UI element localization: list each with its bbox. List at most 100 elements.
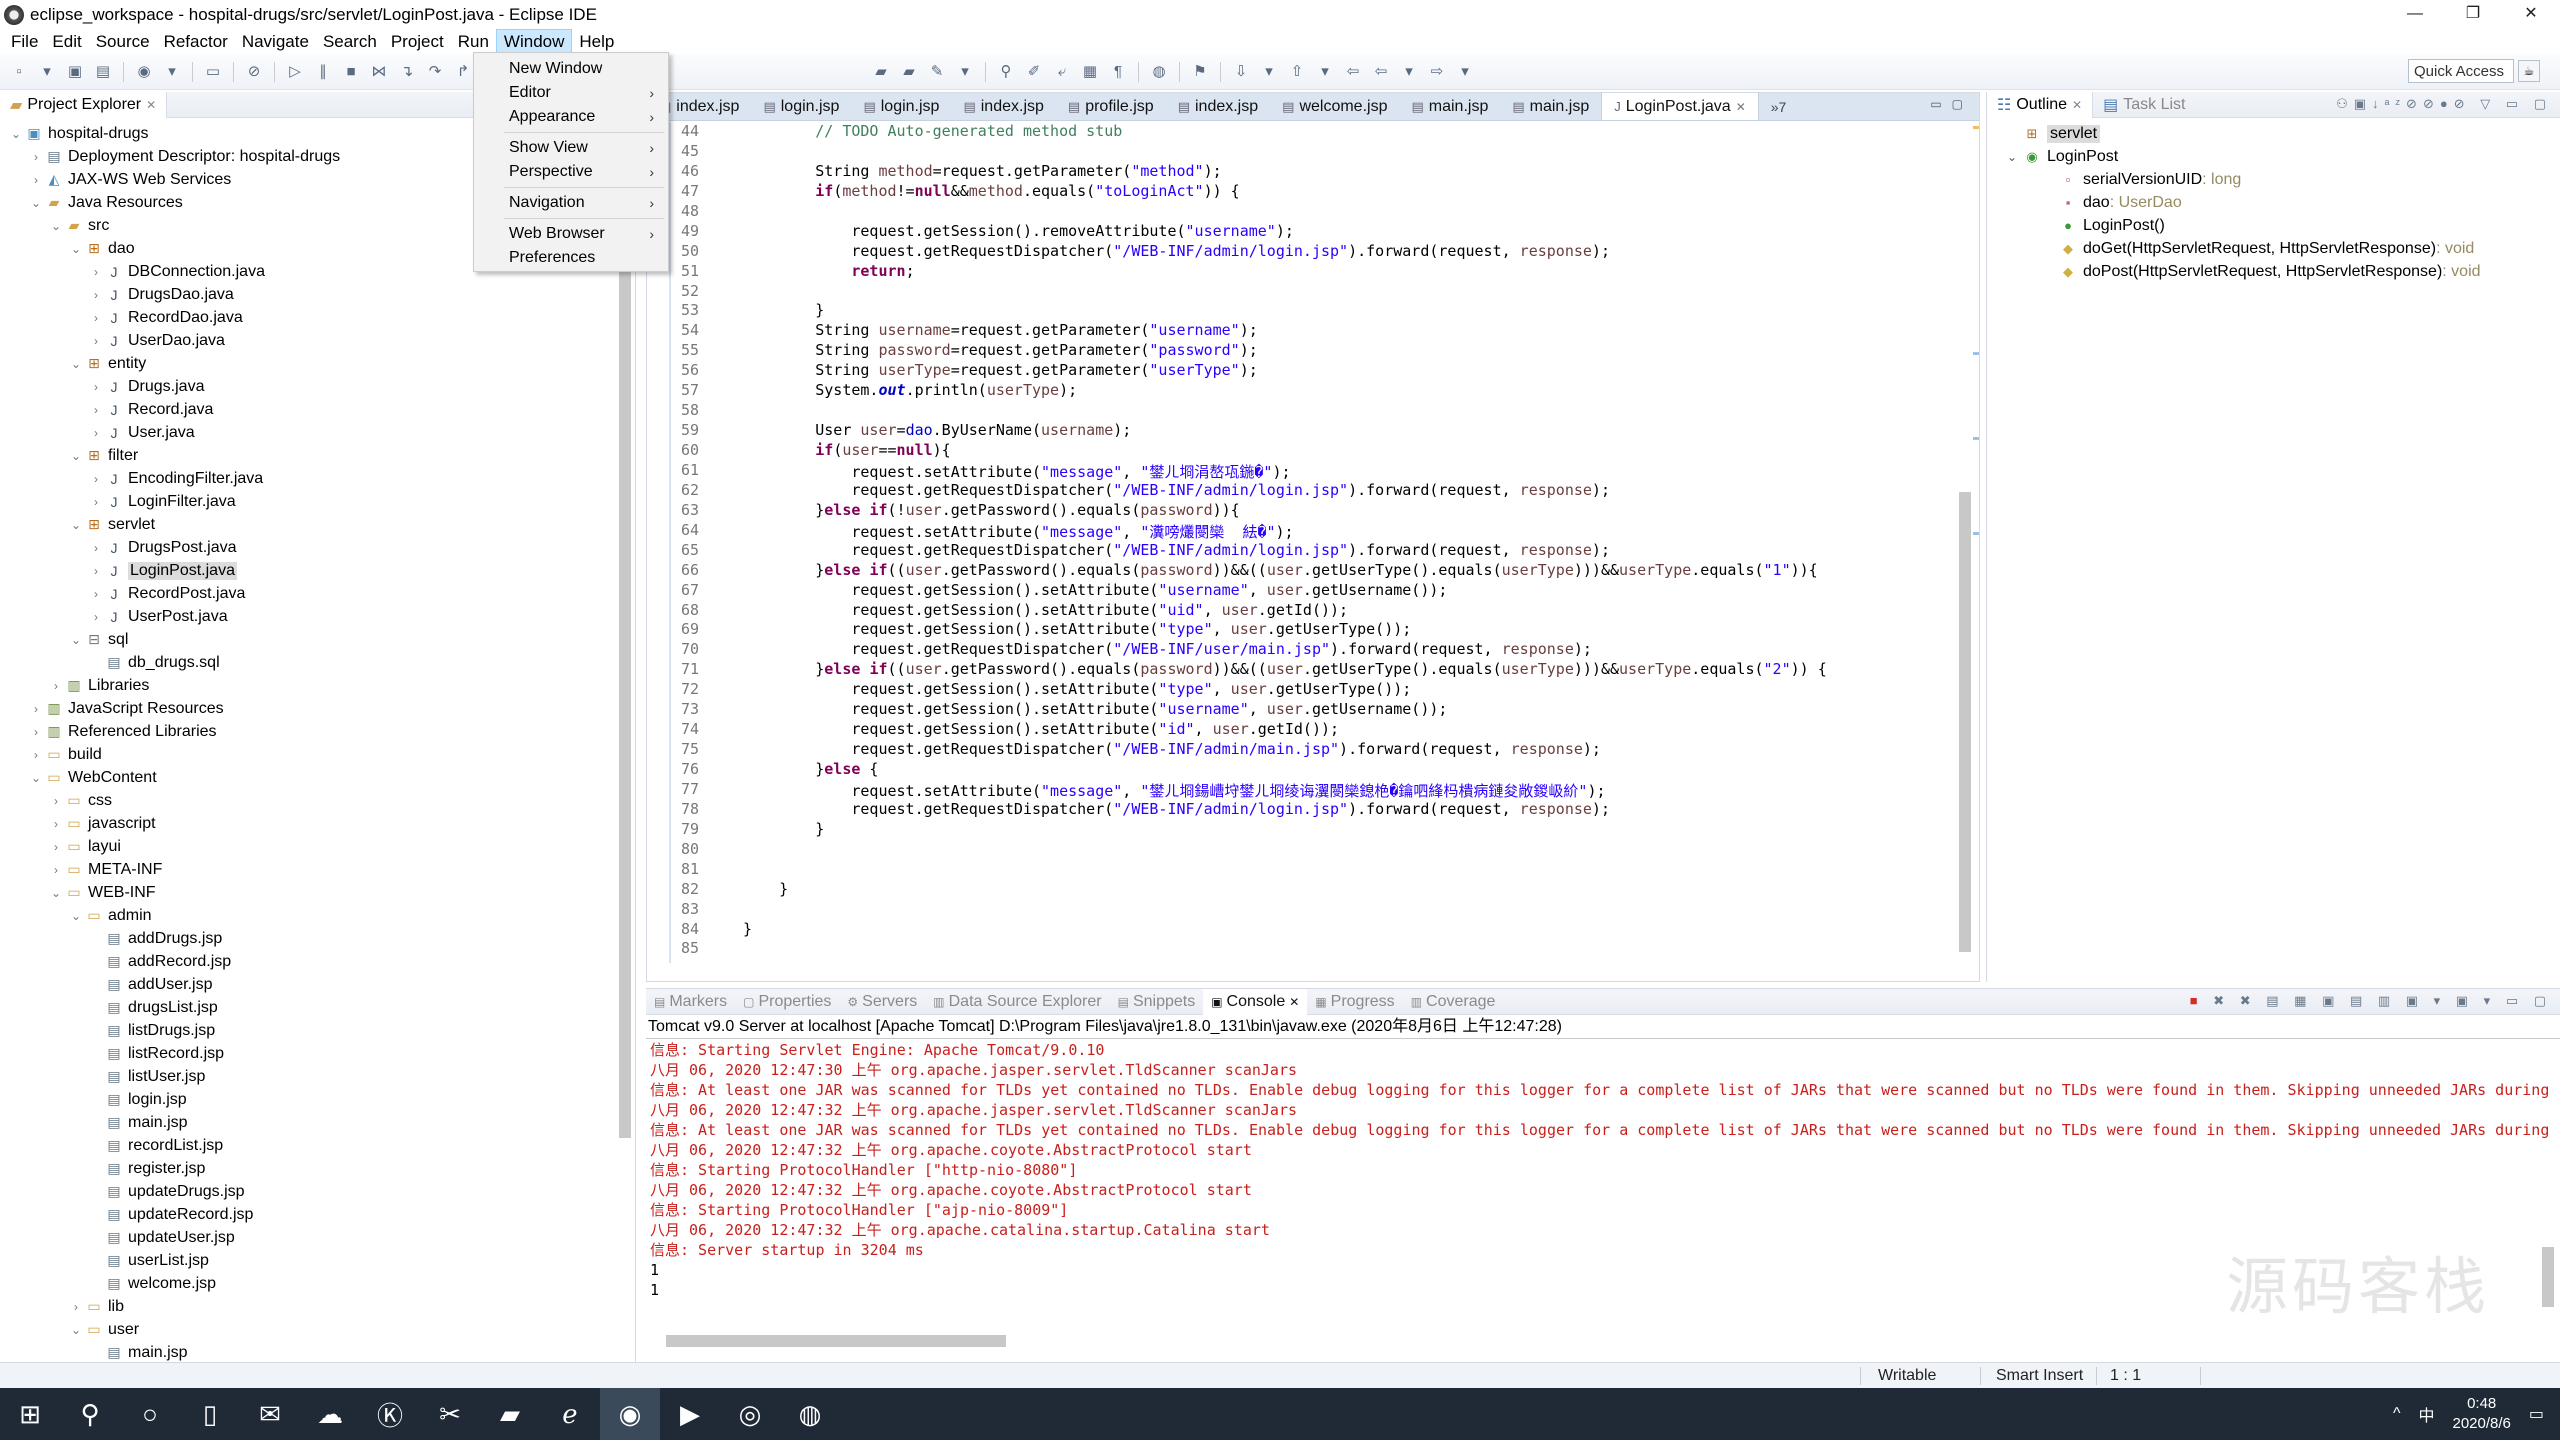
tray-chevron-icon[interactable]: ^ xyxy=(2393,1405,2401,1423)
step-into-icon[interactable]: ↴ xyxy=(396,61,418,83)
close-icon[interactable]: ✕ xyxy=(1289,995,1299,1009)
suspend-icon[interactable]: ∥ xyxy=(312,61,334,83)
chevron-right-icon[interactable]: › xyxy=(88,610,104,624)
tree-item[interactable]: › ▥ Libraries xyxy=(0,674,635,697)
chevron-right-icon[interactable]: › xyxy=(88,541,104,555)
dropdown-icon[interactable]: ▾ xyxy=(1454,61,1476,83)
chevron-right-icon[interactable]: › xyxy=(28,173,44,187)
menu-navigate[interactable]: Navigate xyxy=(235,30,316,54)
chevron-right-icon[interactable]: › xyxy=(88,587,104,601)
outline-item[interactable]: ⊞ servlet xyxy=(1987,122,2560,145)
dropdown-icon[interactable]: ▾ xyxy=(1314,61,1336,83)
chevron-down-icon[interactable]: ⌄ xyxy=(2003,150,2021,164)
pen-icon[interactable]: ✎ xyxy=(926,61,948,83)
close-icon[interactable]: ✕ xyxy=(2072,98,2082,112)
tree-item[interactable]: ⌄ ⊞ filter xyxy=(0,444,635,467)
menu-source[interactable]: Source xyxy=(89,30,157,54)
tree-item[interactable]: › ▭ layui xyxy=(0,835,635,858)
annotation-icon[interactable]: ⚑ xyxy=(1189,61,1211,83)
eclipse-icon[interactable]: ◉ xyxy=(600,1388,660,1440)
chevron-right-icon[interactable]: › xyxy=(48,863,64,877)
chevron-right-icon[interactable]: › xyxy=(28,725,44,739)
outline-item[interactable]: ⌄ ◉ LoginPost xyxy=(1987,145,2560,168)
chevron-right-icon[interactable]: › xyxy=(28,150,44,164)
terminal-icon[interactable]: ▭ xyxy=(202,61,224,83)
tree-item[interactable]: ▤ main.jsp xyxy=(0,1341,635,1364)
resume-icon[interactable]: ▷ xyxy=(284,61,306,83)
menu-item-web-browser[interactable]: Web Browser › xyxy=(474,222,668,246)
tree-item[interactable]: ▤ listDrugs.jsp xyxy=(0,1019,635,1042)
editor-tab[interactable]: ▤ profile.jsp xyxy=(1056,93,1166,120)
tree-item[interactable]: › ▭ lib xyxy=(0,1295,635,1318)
scrollbar-thumb[interactable] xyxy=(2542,1247,2554,1307)
chevron-right-icon[interactable]: › xyxy=(68,1300,84,1314)
chevron-down-icon[interactable]: ⌄ xyxy=(68,909,84,923)
tree-item[interactable]: ▤ main.jsp xyxy=(0,1111,635,1134)
console-toolbar[interactable]: ■ ✖ ✖ ▤ ▦ ▣ ▤ ▥ ▣ ▾ ▣ ▾ ▭ ▢ xyxy=(2190,993,2552,1009)
globe-icon[interactable]: ◍ xyxy=(1148,61,1170,83)
outline-item[interactable]: ● LoginPost() xyxy=(1987,214,2560,237)
menu-help[interactable]: Help xyxy=(572,30,621,54)
overview-ruler[interactable] xyxy=(1973,122,1979,962)
tab-progress[interactable]: ▦ Progress xyxy=(1307,989,1402,1015)
chevron-down-icon[interactable]: ⌄ xyxy=(68,518,84,532)
dropdown-icon[interactable]: ▾ xyxy=(1398,61,1420,83)
tree-item[interactable]: ▤ updateDrugs.jsp xyxy=(0,1180,635,1203)
tree-item[interactable]: ⌄ ▭ user xyxy=(0,1318,635,1341)
tree-item[interactable]: ▤ welcome.jsp xyxy=(0,1272,635,1295)
overview-marker[interactable] xyxy=(1973,126,1979,129)
tab-properties[interactable]: ▢ Properties xyxy=(735,989,839,1015)
tree-item[interactable]: › J RecordDao.java xyxy=(0,306,635,329)
profile-icon[interactable]: ◉ xyxy=(133,61,155,83)
tree-item[interactable]: ▤ login.jsp xyxy=(0,1088,635,1111)
tree-item[interactable]: › J DrugsDao.java xyxy=(0,283,635,306)
skip-breakpoints-icon[interactable]: ⊘ xyxy=(243,61,265,83)
editor-vertical-scrollbar[interactable] xyxy=(1957,122,1973,962)
tab-task-list[interactable]: ▤ Task List xyxy=(2093,92,2195,118)
scrollbar-thumb[interactable] xyxy=(1959,492,1971,952)
new-icon[interactable]: ▫ xyxy=(8,61,30,83)
tree-item[interactable]: › J LoginPost.java xyxy=(0,559,635,582)
tree-item[interactable]: › ▥ JavaScript Resources xyxy=(0,697,635,720)
chevron-right-icon[interactable]: › xyxy=(88,311,104,325)
more-tabs-button[interactable]: »7 xyxy=(1759,93,1799,120)
menu-item-show-view[interactable]: Show View › xyxy=(474,136,668,160)
tree-item[interactable]: ▤ listUser.jsp xyxy=(0,1065,635,1088)
outline-item[interactable]: ▫ serialVersionUID : long xyxy=(1987,168,2560,191)
chevron-right-icon[interactable]: › xyxy=(88,472,104,486)
back-icon[interactable]: ⇦ xyxy=(1370,61,1392,83)
clock[interactable]: 0:48 2020/8/6 xyxy=(2452,1394,2510,1434)
editor-minmax-icons[interactable]: ▭▢ xyxy=(1930,97,1973,111)
search-icon[interactable]: ⚲ xyxy=(995,61,1017,83)
menu-item-preferences[interactable]: Preferences xyxy=(474,246,668,270)
editor-tab[interactable]: ▤index.jsp xyxy=(1166,93,1270,120)
close-icon[interactable]: ✕ xyxy=(1736,100,1746,114)
menu-search[interactable]: Search xyxy=(316,30,384,54)
menu-project[interactable]: Project xyxy=(384,30,451,54)
chevron-right-icon[interactable]: › xyxy=(28,748,44,762)
chevron-down-icon[interactable]: ⌄ xyxy=(68,449,84,463)
menu-edit[interactable]: Edit xyxy=(45,30,88,54)
outline-toolbar[interactable]: ⚇▣↓ᵃᶻ⊘⊘●⊘ ▽ ▭ ▢ xyxy=(2336,96,2552,112)
console-horizontal-scrollbar[interactable] xyxy=(646,1332,2536,1350)
editor-horizontal-scrollbar[interactable] xyxy=(725,963,1953,981)
close-button[interactable]: ✕ xyxy=(2502,0,2560,30)
chevron-right-icon[interactable]: › xyxy=(28,702,44,716)
start-icon[interactable]: ⊞ xyxy=(0,1388,60,1440)
task-view-icon[interactable]: ▯ xyxy=(180,1388,240,1440)
chevron-down-icon[interactable]: ⌄ xyxy=(68,1323,84,1337)
tree-item[interactable]: ⌄ ⊞ entity xyxy=(0,352,635,375)
video-icon[interactable]: ▶ xyxy=(660,1388,720,1440)
chevron-down-icon[interactable]: ⌄ xyxy=(8,127,24,141)
overview-marker[interactable] xyxy=(1973,532,1979,535)
last-edit-icon[interactable]: ⇦ xyxy=(1342,61,1364,83)
chevron-right-icon[interactable]: › xyxy=(88,380,104,394)
tree-item[interactable]: ⌄ ⊟ sql xyxy=(0,628,635,651)
chevron-right-icon[interactable]: › xyxy=(88,403,104,417)
prev-annotation-icon[interactable]: ⇧ xyxy=(1286,61,1308,83)
tree-item[interactable]: › J EncodingFilter.java xyxy=(0,467,635,490)
chevron-right-icon[interactable]: › xyxy=(88,426,104,440)
overview-marker[interactable] xyxy=(1973,352,1979,355)
menu-item-appearance[interactable]: Appearance › xyxy=(474,105,668,129)
tree-item[interactable]: ⌄ ⊞ servlet xyxy=(0,513,635,536)
